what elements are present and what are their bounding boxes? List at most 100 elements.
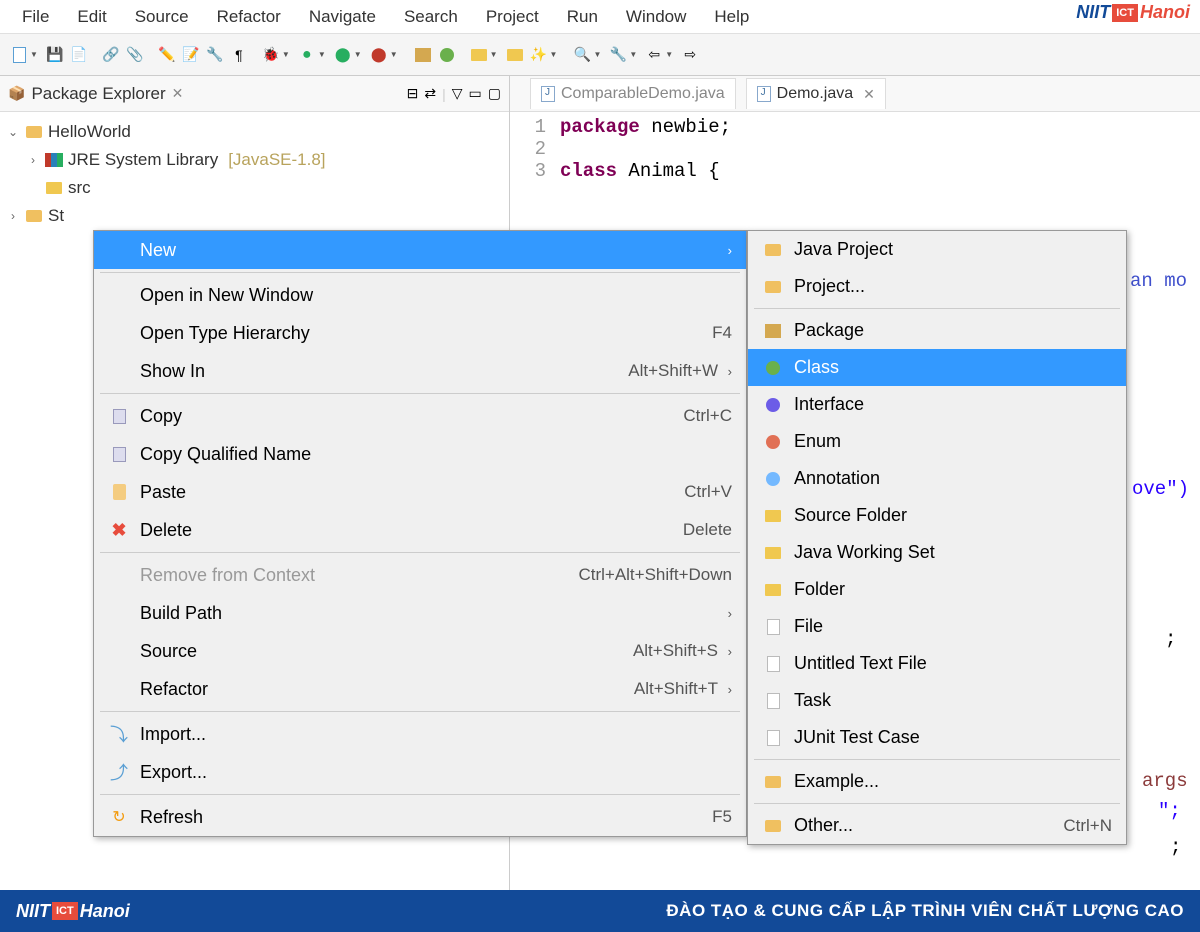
expander-icon[interactable]: › <box>26 153 40 167</box>
menu-edit[interactable]: Edit <box>63 1 120 33</box>
logo-ict: ICT <box>1112 4 1138 22</box>
dropdown-arrow-icon[interactable]: ▼ <box>318 50 326 59</box>
tool-icon[interactable]: 🔧 <box>607 44 629 66</box>
menu-file[interactable]: File <box>8 1 63 33</box>
menu-item-label: Paste <box>134 482 684 503</box>
menu-project[interactable]: Project <box>472 1 553 33</box>
context-menu-item[interactable]: ⤵Import... <box>94 715 746 753</box>
enum-icon <box>758 435 788 449</box>
file-icon <box>758 730 788 746</box>
tool-icon[interactable]: 📎 <box>124 44 146 66</box>
tool-icon[interactable]: 🔧 <box>204 44 226 66</box>
open-type-icon[interactable] <box>468 44 490 66</box>
submenu-item[interactable]: Interface <box>748 386 1126 423</box>
shortcut-label: Ctrl+N <box>1063 816 1112 836</box>
context-menu-item[interactable]: New› <box>94 231 746 269</box>
code-fragment: ; <box>1170 836 1181 858</box>
context-menu-item[interactable]: RefactorAlt+Shift+T› <box>94 670 746 708</box>
menu-window[interactable]: Window <box>612 1 700 33</box>
new-package-icon[interactable] <box>412 44 434 66</box>
tree-jre[interactable]: › JRE System Library [JavaSE-1.8] <box>4 146 505 174</box>
shortcut-label: Delete <box>683 520 732 540</box>
context-menu-item[interactable]: SourceAlt+Shift+S› <box>94 632 746 670</box>
context-menu-item[interactable]: Build Path› <box>94 594 746 632</box>
close-tab-icon[interactable]: ✕ <box>863 86 875 103</box>
tab-comparable-demo[interactable]: ComparableDemo.java <box>530 78 736 109</box>
dropdown-arrow-icon[interactable]: ▼ <box>593 50 601 59</box>
submenu-item[interactable]: Enum <box>748 423 1126 460</box>
submenu-item[interactable]: File <box>748 608 1126 645</box>
minimize-icon[interactable]: ▭ <box>469 85 482 102</box>
submenu-item[interactable]: Java Working Set <box>748 534 1126 571</box>
dropdown-arrow-icon[interactable]: ▼ <box>282 50 290 59</box>
maximize-icon[interactable]: ▢ <box>488 85 501 102</box>
context-menu-item[interactable]: ⤴Export... <box>94 753 746 791</box>
coverage-icon[interactable]: ⬤ <box>332 44 354 66</box>
new-icon[interactable] <box>8 44 30 66</box>
menu-run[interactable]: Run <box>553 1 612 33</box>
submenu-item[interactable]: Java Project <box>748 231 1126 268</box>
view-menu-icon[interactable]: ▽ <box>452 85 463 102</box>
run-last-icon[interactable]: ⬤ <box>368 44 390 66</box>
context-menu-item[interactable]: Open Type HierarchyF4 <box>94 314 746 352</box>
tool-icon[interactable]: 🔍 <box>571 44 593 66</box>
expander-icon[interactable]: ⌄ <box>6 125 20 139</box>
menu-search[interactable]: Search <box>390 1 472 33</box>
dropdown-arrow-icon[interactable]: ▼ <box>354 50 362 59</box>
menu-navigate[interactable]: Navigate <box>295 1 390 33</box>
menu-help[interactable]: Help <box>700 1 763 33</box>
submenu-item[interactable]: Annotation <box>748 460 1126 497</box>
tree-src[interactable]: src <box>4 174 505 202</box>
menu-item-label: Export... <box>134 762 732 783</box>
tool-icon[interactable]: 🔗 <box>100 44 122 66</box>
context-menu-item[interactable]: CopyCtrl+C <box>94 397 746 435</box>
line-number: 3 <box>510 160 560 182</box>
code-editor[interactable]: 1package newbie; 2 3class Animal { <box>510 112 1200 186</box>
submenu-item[interactable]: Other...Ctrl+N <box>748 807 1126 844</box>
submenu-item[interactable]: Task <box>748 682 1126 719</box>
context-menu-item[interactable]: Copy Qualified Name <box>94 435 746 473</box>
submenu-item[interactable]: Example... <box>748 763 1126 800</box>
dropdown-arrow-icon[interactable]: ▼ <box>490 50 498 59</box>
tool-icon[interactable]: ✏️ <box>156 44 178 66</box>
tree-project[interactable]: ⌄ HelloWorld <box>4 118 505 146</box>
run-icon[interactable]: ● <box>296 44 318 66</box>
menu-source[interactable]: Source <box>121 1 203 33</box>
debug-icon[interactable]: 🐞 <box>260 44 282 66</box>
copy-icon <box>104 447 134 462</box>
context-menu-item[interactable]: Open in New Window <box>94 276 746 314</box>
submenu-item[interactable]: JUnit Test Case <box>748 719 1126 756</box>
new-class-icon[interactable] <box>436 44 458 66</box>
submenu-item[interactable]: Class <box>748 349 1126 386</box>
tree-st[interactable]: › St <box>4 202 505 230</box>
save-all-icon[interactable]: 📄 <box>68 44 90 66</box>
context-menu-item[interactable]: ↻RefreshF5 <box>94 798 746 836</box>
dropdown-arrow-icon[interactable]: ▼ <box>30 50 38 59</box>
tool-icon[interactable]: 📝 <box>180 44 202 66</box>
submenu-item[interactable]: Project... <box>748 268 1126 305</box>
back-icon[interactable]: ⇦ <box>643 44 665 66</box>
submenu-item[interactable]: Package <box>748 312 1126 349</box>
dropdown-arrow-icon[interactable]: ▼ <box>550 50 558 59</box>
dropdown-arrow-icon[interactable]: ▼ <box>665 50 673 59</box>
expander-icon[interactable]: › <box>6 209 20 223</box>
submenu-arrow-icon: › <box>718 364 732 379</box>
submenu-item[interactable]: Source Folder <box>748 497 1126 534</box>
dropdown-arrow-icon[interactable]: ▼ <box>629 50 637 59</box>
tab-demo[interactable]: Demo.java ✕ <box>746 78 886 109</box>
forward-icon[interactable]: ⇨ <box>679 44 701 66</box>
dropdown-arrow-icon[interactable]: ▼ <box>390 50 398 59</box>
submenu-item[interactable]: Untitled Text File <box>748 645 1126 682</box>
context-menu-item[interactable]: Show InAlt+Shift+W› <box>94 352 746 390</box>
collapse-all-icon[interactable]: ⊟ <box>407 85 419 102</box>
tool-icon[interactable]: ✨ <box>528 44 550 66</box>
close-view-icon[interactable]: ✕ <box>172 85 184 102</box>
context-menu-item[interactable]: PasteCtrl+V <box>94 473 746 511</box>
paragraph-icon[interactable]: ¶ <box>228 44 250 66</box>
submenu-item[interactable]: Folder <box>748 571 1126 608</box>
menu-refactor[interactable]: Refactor <box>203 1 295 33</box>
link-editor-icon[interactable]: ⇄ <box>424 85 436 102</box>
folder-icon[interactable] <box>504 44 526 66</box>
save-icon[interactable]: 💾 <box>44 44 66 66</box>
context-menu-item[interactable]: ✖DeleteDelete <box>94 511 746 549</box>
